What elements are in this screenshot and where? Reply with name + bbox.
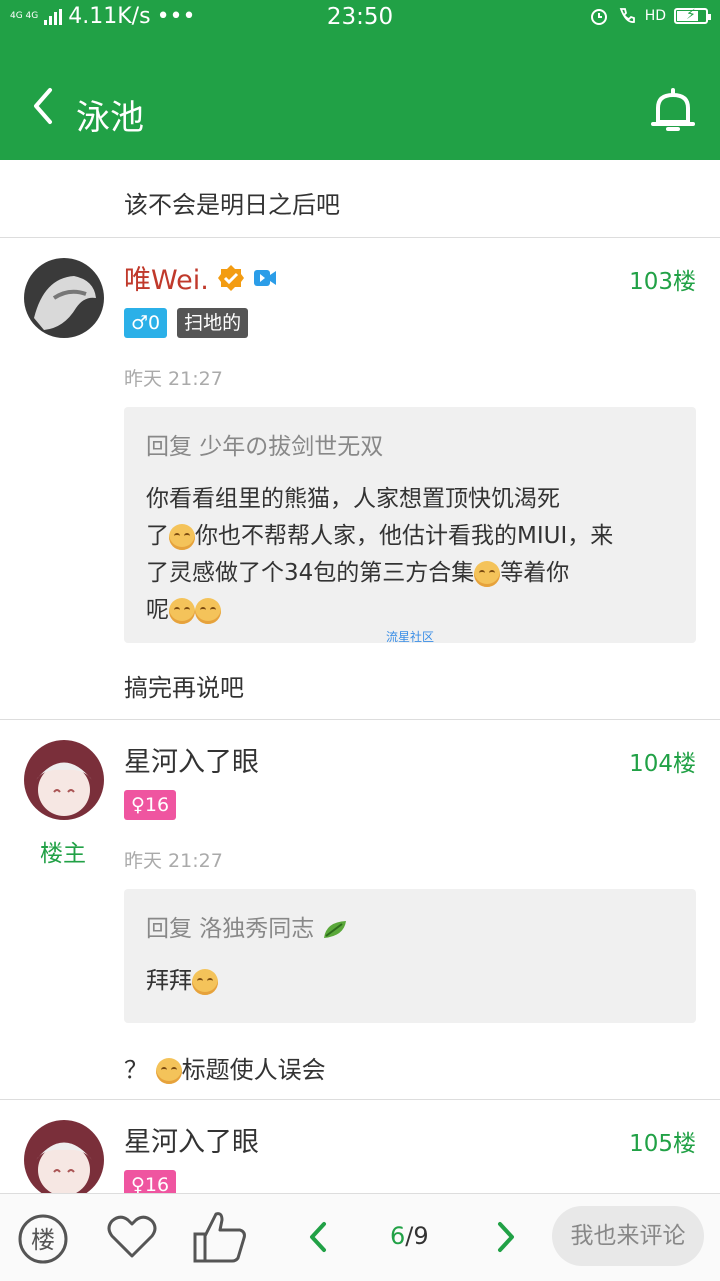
quote-line: 了灵感做了个34包的第三方合集 (146, 560, 475, 586)
alarm-icon (590, 9, 607, 25)
reply-text: 搞完再说吧 (124, 674, 244, 702)
heart-icon[interactable] (106, 1214, 158, 1260)
thumbs-up-icon[interactable] (192, 1210, 248, 1264)
floor-jump-icon[interactable]: 楼 (18, 1214, 68, 1264)
quote-header: 回复 少年の拔剑世无双 (146, 434, 384, 460)
current-page: 6 (390, 1222, 406, 1250)
avatar[interactable] (24, 258, 104, 338)
floor-number: 103楼 (629, 269, 696, 295)
thread-content[interactable]: 该不会是明日之后吧 唯Wei. 103楼 ♂0 扫地的 昨天 21:27 回复 … (0, 160, 720, 1193)
quote-line: 了 (146, 523, 169, 549)
avatar[interactable] (24, 1120, 104, 1193)
hd-label: HD (644, 8, 666, 24)
quote-line: 呢 (146, 597, 169, 623)
username[interactable]: 唯Wei. (124, 258, 277, 297)
avatar[interactable] (24, 740, 104, 820)
post-time: 昨天 21:27 (124, 850, 223, 872)
username[interactable]: 星河入了眼 (124, 740, 259, 779)
back-icon[interactable] (28, 86, 58, 126)
floor-number: 104楼 (629, 751, 696, 777)
smile-emoji-icon (169, 597, 195, 624)
quote-body-text: 拜拜 (146, 968, 192, 994)
smile-emoji-icon (169, 523, 195, 550)
comment-104: 楼主 星河入了眼 104楼 ♀16 昨天 21:27 回复 洛独秀同志 拜拜 ？… (0, 720, 720, 1100)
post-time: 昨天 21:27 (124, 368, 223, 390)
username-text: 唯Wei. (124, 265, 209, 296)
badges: ♀16 (124, 1170, 177, 1193)
quoted-reply[interactable]: 回复 洛独秀同志 拜拜 (124, 889, 696, 1023)
badges: ♂0 扫地的 (124, 308, 249, 338)
quote-source: 流星社区 (385, 630, 434, 644)
comment-103: 唯Wei. 103楼 ♂0 扫地的 昨天 21:27 回复 少年の拔剑世无双 你… (0, 238, 720, 718)
prev-page-icon[interactable] (306, 1220, 330, 1254)
quote-body: 你看看组里的熊猫，人家想置顶快饥渴死 了你也不帮帮人家，他估计看我的MIUI，来… (146, 481, 674, 629)
page-title: 泳池 (76, 98, 144, 138)
bell-icon[interactable] (648, 86, 698, 136)
quote-line: 等着你 (500, 560, 570, 586)
comment-105: 星河入了眼 105楼 ♀16 (0, 1100, 720, 1193)
next-page-icon[interactable] (494, 1220, 518, 1254)
badges: ♀16 (124, 790, 177, 820)
owner-tag: 楼主 (40, 841, 86, 867)
quote-line: 你看看组里的熊猫，人家想置顶快饥渴死 (146, 486, 560, 512)
quote-header-text: 回复 洛独秀同志 (146, 916, 315, 942)
quote-header: 回复 洛独秀同志 (146, 909, 674, 943)
leaf-emoji-icon (323, 920, 346, 938)
smile-emoji-icon (195, 597, 221, 624)
app-header: 泳池 (0, 38, 720, 160)
gender-badge: ♂0 (124, 308, 168, 338)
reply-text: ？ 标题使人误会 (124, 1050, 326, 1085)
quote-body: 拜拜 (146, 963, 674, 1000)
verified-icon (217, 264, 244, 291)
smile-emoji-icon (192, 968, 218, 995)
bottom-toolbar: 楼 6/9 我也来评论 (0, 1193, 720, 1281)
status-bar: 4G 4G 4.11K/s ••• 23:50 HD ⚡ (0, 0, 720, 38)
gender-badge: ♀16 (124, 1170, 177, 1193)
username[interactable]: 星河入了眼 (124, 1120, 259, 1159)
phone-hd-icon (619, 8, 635, 23)
post-text: 该不会是明日之后吧 (124, 191, 340, 219)
page-indicator[interactable]: 6/9 (390, 1222, 429, 1250)
floor-number: 105楼 (629, 1131, 696, 1157)
quote-line: 你也不帮帮人家，他估计看我的MIUI，来 (195, 523, 614, 549)
total-pages: /9 (405, 1222, 429, 1250)
video-icon (253, 269, 276, 286)
comment-input-button[interactable]: 我也来评论 (552, 1206, 704, 1266)
reply-prefix: ？ (124, 1056, 148, 1084)
reply-body: 标题使人误会 (181, 1056, 326, 1084)
gender-badge: ♀16 (124, 790, 177, 820)
battery-icon: ⚡ (674, 7, 711, 24)
rank-badge: 扫地的 (177, 308, 249, 338)
quoted-reply[interactable]: 回复 少年の拔剑世无双 你看看组里的熊猫，人家想置顶快饥渴死 了你也不帮帮人家，… (124, 407, 696, 644)
smile-emoji-icon (474, 560, 501, 587)
svg-text:楼: 楼 (31, 1226, 55, 1254)
smile-emoji-icon (155, 1058, 182, 1084)
